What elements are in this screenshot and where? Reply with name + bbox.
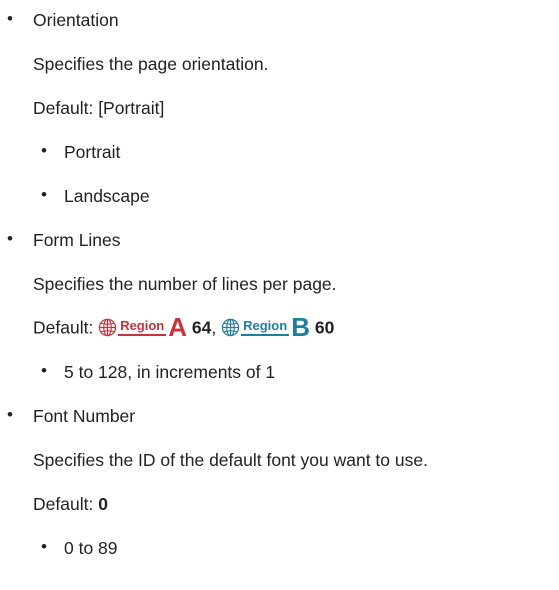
option-item: 5 to 128, in increments of 1 (64, 362, 276, 382)
bullet-icon: • (7, 405, 13, 424)
globe-icon (221, 318, 240, 336)
default-line: Default: 0 (33, 494, 108, 515)
region-a-marker: Region A (98, 312, 188, 342)
default-line: Default: Region A 64, Region B 60 (33, 312, 335, 342)
region-tag: Region (118, 318, 167, 336)
separator: , (211, 317, 217, 338)
option-item: Landscape (64, 186, 150, 206)
bullet-icon: • (41, 361, 47, 380)
default-label: Default: (33, 494, 94, 514)
item-title-form-lines: Form Lines (33, 230, 121, 250)
bullet-icon: • (41, 141, 47, 160)
option-item: 0 to 89 (64, 538, 118, 558)
bullet-icon: • (41, 537, 47, 556)
region-letter-a: A (168, 312, 188, 342)
item-title-orientation: Orientation (33, 10, 119, 30)
default-line: Default: [Portrait] (33, 98, 164, 119)
region-b-marker: Region B (221, 312, 310, 342)
item-title-font-number: Font Number (33, 406, 136, 426)
item-description: Specifies the number of lines per page. (33, 274, 337, 294)
option-item: Portrait (64, 142, 121, 162)
item-description: Specifies the page orientation. (33, 54, 269, 74)
bullet-icon: • (7, 9, 13, 28)
region-tag: Region (241, 318, 290, 336)
region-letter-b: B (291, 312, 310, 342)
bullet-icon: • (7, 229, 13, 248)
globe-icon (98, 318, 117, 336)
region-b-value: 60 (314, 317, 335, 338)
default-value: [Portrait] (98, 98, 165, 118)
bullet-icon: • (41, 185, 47, 204)
default-value: 0 (98, 494, 108, 514)
default-label: Default: (33, 317, 94, 338)
default-label: Default: (33, 98, 94, 118)
item-description: Specifies the ID of the default font you… (33, 450, 428, 470)
region-a-value: 64 (191, 317, 212, 338)
